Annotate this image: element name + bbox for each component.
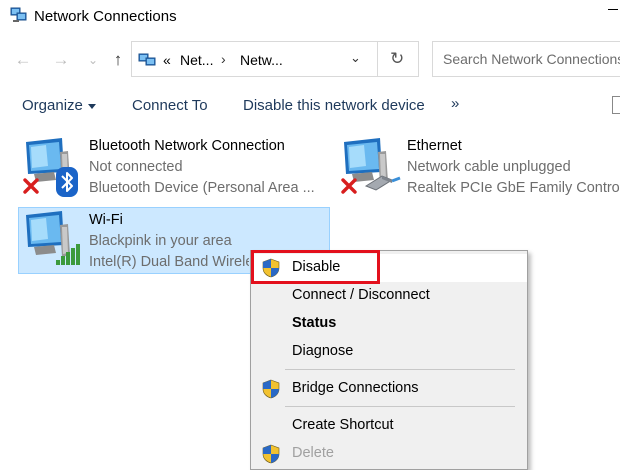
menu-item-label: Diagnose <box>292 343 354 359</box>
menu-item-label: Delete <box>292 445 334 461</box>
uac-shield-icon <box>262 379 280 399</box>
menu-item-status[interactable]: Status <box>251 310 527 338</box>
connection-device: Bluetooth Device (Personal Area ... <box>89 180 315 196</box>
connection-ethernet[interactable]: Ethernet Network cable unplugged Realtek… <box>336 134 620 200</box>
ethernet-cable-icon <box>364 175 401 191</box>
breadcrumb-overflow[interactable]: « <box>163 52 171 68</box>
uac-shield-icon <box>262 444 280 464</box>
breadcrumb-item[interactable]: Net... <box>180 52 213 68</box>
refresh-button[interactable]: ↻ <box>377 42 420 76</box>
menu-separator <box>285 406 515 407</box>
search-input[interactable] <box>433 42 620 76</box>
recent-locations-icon[interactable]: ⌄ <box>82 50 104 70</box>
breadcrumb-item[interactable]: Netw... <box>240 52 283 68</box>
breadcrumb-chevron-icon[interactable]: › <box>221 51 226 67</box>
connection-status: Not connected <box>89 159 183 175</box>
network-connections-icon <box>10 7 27 22</box>
menu-item-delete[interactable]: Delete <box>251 440 527 468</box>
connection-status: Network cable unplugged <box>407 159 571 175</box>
menu-item-diagnose[interactable]: Diagnose <box>251 338 527 366</box>
connection-device: Intel(R) Dual Band Wireless-AC <box>89 254 249 270</box>
connection-bluetooth[interactable]: Bluetooth Network Connection Not connect… <box>18 134 338 200</box>
menu-item-label: Bridge Connections <box>292 380 419 396</box>
search-box[interactable] <box>432 41 620 77</box>
connection-device: Realtek PCIe GbE Family Controller <box>407 180 620 196</box>
organize-label: Organize <box>22 97 83 114</box>
network-folder-icon <box>138 53 156 66</box>
red-x-disconnected-icon <box>341 178 357 194</box>
caret-down-icon <box>87 103 96 109</box>
view-options-icon[interactable] <box>612 96 620 114</box>
more-commands-button[interactable]: » <box>451 95 459 112</box>
connection-status: Blackpink in your area <box>89 233 232 249</box>
address-dropdown-icon[interactable]: ⌄ <box>350 50 361 66</box>
organize-menu[interactable]: Organize <box>22 97 96 114</box>
connection-name: Bluetooth Network Connection <box>89 138 285 154</box>
disable-device-button[interactable]: Disable this network device <box>243 97 425 114</box>
address-bar: ← → ⌄ ↑ « Net... › Netw... ⌄ ↻ <box>0 40 620 80</box>
wifi-signal-bars-icon <box>56 244 80 265</box>
minimize-button[interactable] <box>608 9 618 10</box>
connect-to-button[interactable]: Connect To <box>132 97 208 114</box>
highlight-annotation-box <box>251 250 380 284</box>
command-bar: Organize Connect To Disable this network… <box>0 88 620 124</box>
red-x-disconnected-icon <box>23 178 39 194</box>
menu-item-bridge-connections[interactable]: Bridge Connections <box>251 375 527 403</box>
forward-arrow-icon[interactable]: → <box>50 50 72 70</box>
menu-item-label: Create Shortcut <box>292 417 394 433</box>
window-title: Network Connections <box>34 8 177 25</box>
menu-item-create-shortcut[interactable]: Create Shortcut <box>251 412 527 440</box>
bluetooth-icon <box>56 167 78 197</box>
menu-item-label: Connect / Disconnect <box>292 287 430 303</box>
refresh-icon: ↻ <box>390 49 405 68</box>
menu-item-connect-disconnect[interactable]: Connect / Disconnect <box>251 282 527 310</box>
menu-item-label: Status <box>292 315 337 331</box>
menu-separator <box>285 369 515 370</box>
title-bar: Network Connections <box>0 0 620 34</box>
up-arrow-icon[interactable]: ↑ <box>107 50 129 70</box>
connection-name: Ethernet <box>407 138 462 154</box>
connection-name: Wi-Fi <box>89 212 123 228</box>
back-arrow-icon[interactable]: ← <box>12 50 34 70</box>
address-field[interactable]: « Net... › Netw... ⌄ ↻ <box>131 41 419 77</box>
